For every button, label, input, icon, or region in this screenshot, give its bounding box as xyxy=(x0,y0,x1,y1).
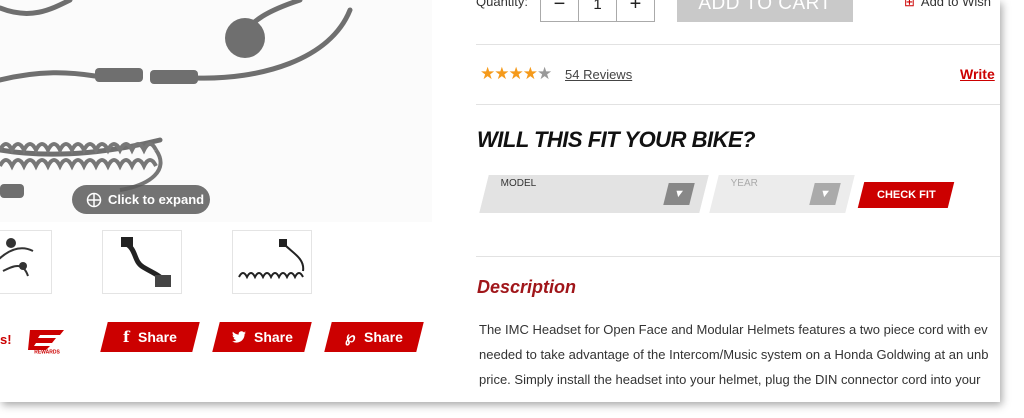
headset-thumbnail-image xyxy=(0,238,34,277)
chevron-down-icon: ▼ xyxy=(663,183,695,205)
description-line: price. Simply install the headset into y… xyxy=(479,372,981,387)
description-heading: Description xyxy=(477,277,577,297)
thumbnail-2[interactable] xyxy=(102,230,182,294)
star-filled-icon: ★ xyxy=(494,64,509,83)
divider xyxy=(476,104,1000,105)
quantity-label: Quantity: xyxy=(476,0,529,9)
write-review-link[interactable]: Write xyxy=(960,66,995,82)
share-bar: s! REWARDS f Share Share ℘ Share xyxy=(0,322,440,354)
description-line: The IMC Headset for Open Face and Modula… xyxy=(479,322,988,337)
twitter-share-label: Share xyxy=(253,329,293,345)
quantity-stepper: − 1 + xyxy=(540,0,655,22)
year-select[interactable]: YEAR ▼ xyxy=(709,175,855,213)
facebook-share-label: Share xyxy=(137,329,177,345)
star-empty-icon: ★ xyxy=(537,64,552,83)
product-image[interactable]: Click to expand xyxy=(0,0,432,222)
cord-thumbnail-image xyxy=(121,237,171,287)
quantity-decrease-button[interactable]: − xyxy=(541,0,578,21)
quantity-increase-button[interactable]: + xyxy=(617,0,654,21)
twitter-icon xyxy=(231,331,246,343)
svg-text:REWARDS: REWARDS xyxy=(34,350,60,355)
promo-text: s! xyxy=(0,332,12,347)
twitter-share-button[interactable]: Share xyxy=(212,322,312,352)
facebook-share-button[interactable]: f Share xyxy=(100,322,200,352)
click-to-expand-button[interactable]: Click to expand xyxy=(72,185,210,214)
star-filled-icon: ★ xyxy=(480,64,495,83)
rewards-logo[interactable]: REWARDS xyxy=(26,326,68,354)
product-page: Click to expand s! REWARDS f Share Share… xyxy=(0,0,1000,402)
headset-cord-illustration xyxy=(0,0,353,198)
star-filled-icon: ★ xyxy=(522,64,538,83)
divider xyxy=(476,44,1000,45)
wishlist-label: Add to Wish xyxy=(920,0,991,9)
add-to-cart-button[interactable]: ADD TO CART xyxy=(677,0,853,22)
pinterest-share-button[interactable]: ℘ Share xyxy=(324,322,424,352)
thumbnail-3[interactable] xyxy=(232,230,312,294)
reviews-count-link[interactable]: 54 Reviews xyxy=(565,67,632,82)
fitment-heading: WILL THIS FIT YOUR BIKE? xyxy=(477,127,756,152)
check-fit-button[interactable]: CHECK FIT xyxy=(857,182,955,208)
model-select-label: MODEL xyxy=(500,178,537,189)
gift-icon: ⊞ xyxy=(904,0,915,9)
year-select-label: YEAR xyxy=(730,178,758,189)
add-to-wishlist-link[interactable]: ⊞ Add to Wish xyxy=(904,0,991,10)
check-fit-label: CHECK FIT xyxy=(876,189,936,201)
chevron-down-icon: ▼ xyxy=(809,183,841,205)
thumbnail-1[interactable] xyxy=(0,230,52,294)
facebook-icon: f xyxy=(123,328,130,346)
expand-label: Click to expand xyxy=(108,192,205,207)
star-filled-icon: ★ xyxy=(508,64,524,83)
pinterest-icon: ℘ xyxy=(345,328,356,346)
star-rating[interactable]: ★★★★★ xyxy=(480,64,552,84)
crosshair-icon xyxy=(86,192,102,207)
quantity-input[interactable]: 1 xyxy=(578,0,617,21)
coiled-cord-thumbnail-image xyxy=(238,239,305,280)
pinterest-share-label: Share xyxy=(363,329,403,345)
description-line: needed to take advantage of the Intercom… xyxy=(479,347,989,362)
model-select[interactable]: MODEL ▼ xyxy=(479,175,709,213)
divider xyxy=(476,256,1000,257)
